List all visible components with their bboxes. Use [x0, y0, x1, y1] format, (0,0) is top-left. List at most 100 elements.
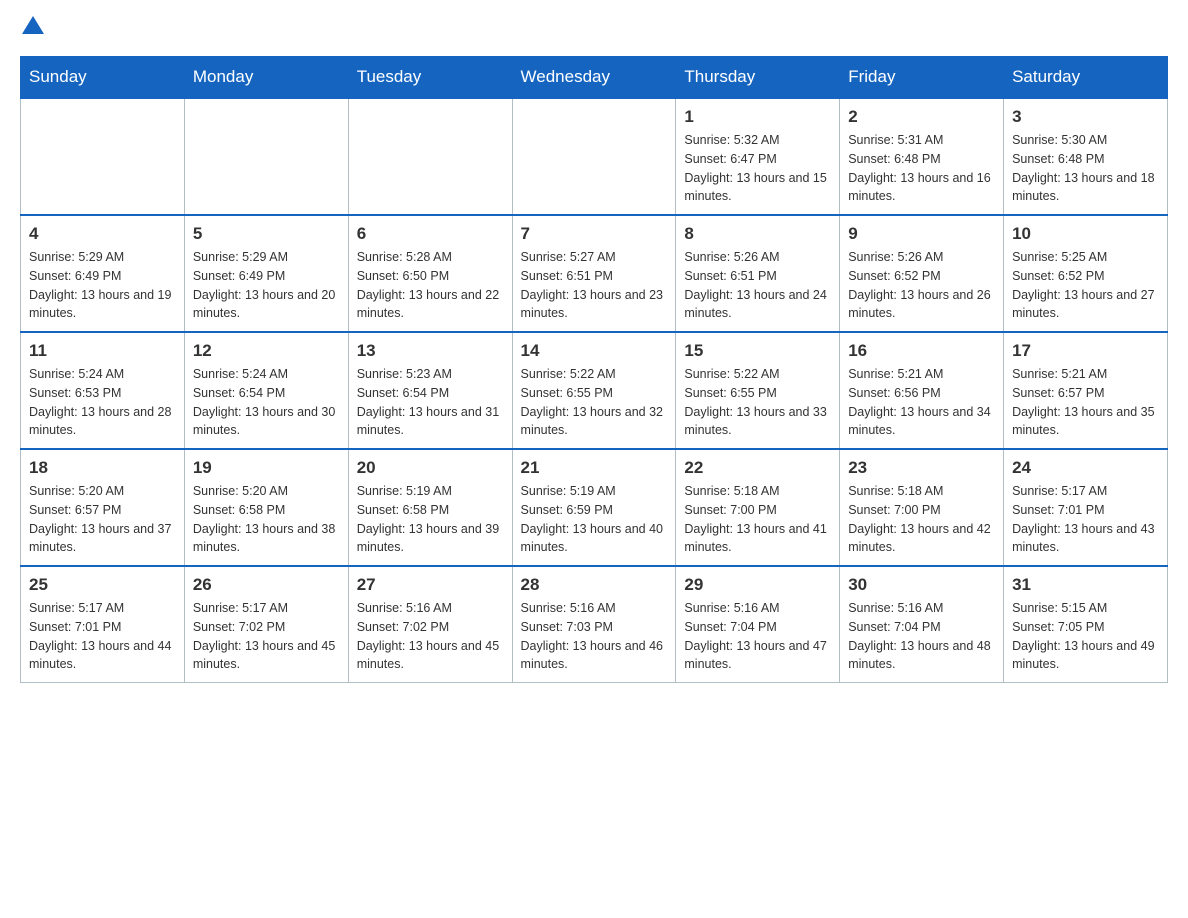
day-number: 18	[29, 458, 176, 478]
calendar-header-row: SundayMondayTuesdayWednesdayThursdayFrid…	[21, 57, 1168, 99]
page-header	[20, 20, 1168, 38]
day-number: 20	[357, 458, 504, 478]
calendar-cell-1-4: 8 Sunrise: 5:26 AM Sunset: 6:51 PM Daylig…	[676, 215, 840, 332]
day-number: 29	[684, 575, 831, 595]
day-info: Sunrise: 5:29 AM Sunset: 6:49 PM Dayligh…	[29, 248, 176, 323]
day-info: Sunrise: 5:17 AM Sunset: 7:01 PM Dayligh…	[1012, 482, 1159, 557]
column-header-friday: Friday	[840, 57, 1004, 99]
day-info: Sunrise: 5:22 AM Sunset: 6:55 PM Dayligh…	[684, 365, 831, 440]
week-row-3: 11Sunrise: 5:24 AM Sunset: 6:53 PM Dayli…	[21, 332, 1168, 449]
column-header-saturday: Saturday	[1004, 57, 1168, 99]
day-info: Sunrise: 5:24 AM Sunset: 6:54 PM Dayligh…	[193, 365, 340, 440]
day-info: Sunrise: 5:18 AM Sunset: 7:00 PM Dayligh…	[684, 482, 831, 557]
logo	[20, 20, 44, 38]
day-number: 25	[29, 575, 176, 595]
day-number: 9	[848, 224, 995, 244]
calendar-cell-2-2: 13 Sunrise: 5:23 AM Sunset: 6:54 PM Dayli…	[348, 332, 512, 449]
calendar-cell-3-0: 18 Sunrise: 5:20 AM Sunset: 6:57 PM Dayli…	[21, 449, 185, 566]
day-number: 26	[193, 575, 340, 595]
day-number: 12	[193, 341, 340, 361]
day-number: 7	[521, 224, 668, 244]
day-number: 16	[848, 341, 995, 361]
day-number: 11	[29, 341, 176, 361]
day-number: 13	[357, 341, 504, 361]
day-info: Sunrise: 5:26 AM Sunset: 6:51 PM Dayligh…	[684, 248, 831, 323]
day-number: 31	[1012, 575, 1159, 595]
day-number: 6	[357, 224, 504, 244]
day-number: 21	[521, 458, 668, 478]
calendar-table: SundayMondayTuesdayWednesdayThursdayFrid…	[20, 56, 1168, 683]
day-info: Sunrise: 5:19 AM Sunset: 6:58 PM Dayligh…	[357, 482, 504, 557]
day-info: Sunrise: 5:32 AM Sunset: 6:47 PM Dayligh…	[684, 131, 831, 206]
day-info: Sunrise: 5:20 AM Sunset: 6:58 PM Dayligh…	[193, 482, 340, 557]
day-info: Sunrise: 5:27 AM Sunset: 6:51 PM Dayligh…	[521, 248, 668, 323]
day-number: 8	[684, 224, 831, 244]
calendar-cell-2-4: 15 Sunrise: 5:22 AM Sunset: 6:55 PM Dayli…	[676, 332, 840, 449]
logo-triangle-icon	[22, 16, 44, 38]
day-info: Sunrise: 5:16 AM Sunset: 7:03 PM Dayligh…	[521, 599, 668, 674]
column-header-thursday: Thursday	[676, 57, 840, 99]
calendar-cell-2-6: 17 Sunrise: 5:21 AM Sunset: 6:57 PM Dayli…	[1004, 332, 1168, 449]
calendar-cell-2-3: 14 Sunrise: 5:22 AM Sunset: 6:55 PM Dayli…	[512, 332, 676, 449]
day-number: 30	[848, 575, 995, 595]
week-row-1: 1 Sunrise: 5:32 AM Sunset: 6:47 PM Daylig…	[21, 98, 1168, 215]
day-number: 22	[684, 458, 831, 478]
calendar-cell-1-2: 6Sunrise: 5:28 AM Sunset: 6:50 PM Daylig…	[348, 215, 512, 332]
calendar-cell-1-3: 7 Sunrise: 5:27 AM Sunset: 6:51 PM Daylig…	[512, 215, 676, 332]
column-header-sunday: Sunday	[21, 57, 185, 99]
day-info: Sunrise: 5:16 AM Sunset: 7:04 PM Dayligh…	[848, 599, 995, 674]
calendar-cell-3-4: 22 Sunrise: 5:18 AM Sunset: 7:00 PM Dayli…	[676, 449, 840, 566]
day-number: 23	[848, 458, 995, 478]
day-number: 1	[684, 107, 831, 127]
day-number: 17	[1012, 341, 1159, 361]
calendar-cell-0-0	[21, 98, 185, 215]
day-number: 3	[1012, 107, 1159, 127]
calendar-cell-4-0: 25Sunrise: 5:17 AM Sunset: 7:01 PM Dayli…	[21, 566, 185, 683]
calendar-cell-3-3: 21Sunrise: 5:19 AM Sunset: 6:59 PM Dayli…	[512, 449, 676, 566]
day-number: 14	[521, 341, 668, 361]
day-info: Sunrise: 5:30 AM Sunset: 6:48 PM Dayligh…	[1012, 131, 1159, 206]
day-info: Sunrise: 5:21 AM Sunset: 6:56 PM Dayligh…	[848, 365, 995, 440]
calendar-cell-4-2: 27Sunrise: 5:16 AM Sunset: 7:02 PM Dayli…	[348, 566, 512, 683]
day-number: 15	[684, 341, 831, 361]
calendar-cell-1-0: 4 Sunrise: 5:29 AM Sunset: 6:49 PM Daylig…	[21, 215, 185, 332]
calendar-cell-0-6: 3 Sunrise: 5:30 AM Sunset: 6:48 PM Daylig…	[1004, 98, 1168, 215]
calendar-cell-3-6: 24 Sunrise: 5:17 AM Sunset: 7:01 PM Dayli…	[1004, 449, 1168, 566]
week-row-2: 4 Sunrise: 5:29 AM Sunset: 6:49 PM Daylig…	[21, 215, 1168, 332]
day-info: Sunrise: 5:31 AM Sunset: 6:48 PM Dayligh…	[848, 131, 995, 206]
column-header-monday: Monday	[184, 57, 348, 99]
day-info: Sunrise: 5:26 AM Sunset: 6:52 PM Dayligh…	[848, 248, 995, 323]
day-info: Sunrise: 5:16 AM Sunset: 7:04 PM Dayligh…	[684, 599, 831, 674]
column-header-wednesday: Wednesday	[512, 57, 676, 99]
day-info: Sunrise: 5:20 AM Sunset: 6:57 PM Dayligh…	[29, 482, 176, 557]
calendar-cell-3-5: 23Sunrise: 5:18 AM Sunset: 7:00 PM Dayli…	[840, 449, 1004, 566]
calendar-cell-1-6: 10Sunrise: 5:25 AM Sunset: 6:52 PM Dayli…	[1004, 215, 1168, 332]
column-header-tuesday: Tuesday	[348, 57, 512, 99]
calendar-cell-3-1: 19 Sunrise: 5:20 AM Sunset: 6:58 PM Dayli…	[184, 449, 348, 566]
day-number: 2	[848, 107, 995, 127]
calendar-cell-1-5: 9 Sunrise: 5:26 AM Sunset: 6:52 PM Daylig…	[840, 215, 1004, 332]
calendar-cell-4-1: 26 Sunrise: 5:17 AM Sunset: 7:02 PM Dayli…	[184, 566, 348, 683]
week-row-5: 25Sunrise: 5:17 AM Sunset: 7:01 PM Dayli…	[21, 566, 1168, 683]
calendar-cell-0-5: 2 Sunrise: 5:31 AM Sunset: 6:48 PM Daylig…	[840, 98, 1004, 215]
calendar-cell-0-3	[512, 98, 676, 215]
calendar-cell-2-0: 11Sunrise: 5:24 AM Sunset: 6:53 PM Dayli…	[21, 332, 185, 449]
day-number: 4	[29, 224, 176, 244]
day-number: 19	[193, 458, 340, 478]
day-number: 24	[1012, 458, 1159, 478]
day-number: 5	[193, 224, 340, 244]
calendar-cell-0-1	[184, 98, 348, 215]
day-info: Sunrise: 5:22 AM Sunset: 6:55 PM Dayligh…	[521, 365, 668, 440]
day-info: Sunrise: 5:29 AM Sunset: 6:49 PM Dayligh…	[193, 248, 340, 323]
day-info: Sunrise: 5:21 AM Sunset: 6:57 PM Dayligh…	[1012, 365, 1159, 440]
day-info: Sunrise: 5:25 AM Sunset: 6:52 PM Dayligh…	[1012, 248, 1159, 323]
day-info: Sunrise: 5:23 AM Sunset: 6:54 PM Dayligh…	[357, 365, 504, 440]
week-row-4: 18 Sunrise: 5:20 AM Sunset: 6:57 PM Dayli…	[21, 449, 1168, 566]
day-info: Sunrise: 5:16 AM Sunset: 7:02 PM Dayligh…	[357, 599, 504, 674]
calendar-cell-4-5: 30 Sunrise: 5:16 AM Sunset: 7:04 PM Dayli…	[840, 566, 1004, 683]
calendar-cell-0-2	[348, 98, 512, 215]
day-info: Sunrise: 5:17 AM Sunset: 7:02 PM Dayligh…	[193, 599, 340, 674]
calendar-cell-4-3: 28Sunrise: 5:16 AM Sunset: 7:03 PM Dayli…	[512, 566, 676, 683]
calendar-cell-4-6: 31Sunrise: 5:15 AM Sunset: 7:05 PM Dayli…	[1004, 566, 1168, 683]
calendar-cell-3-2: 20 Sunrise: 5:19 AM Sunset: 6:58 PM Dayli…	[348, 449, 512, 566]
